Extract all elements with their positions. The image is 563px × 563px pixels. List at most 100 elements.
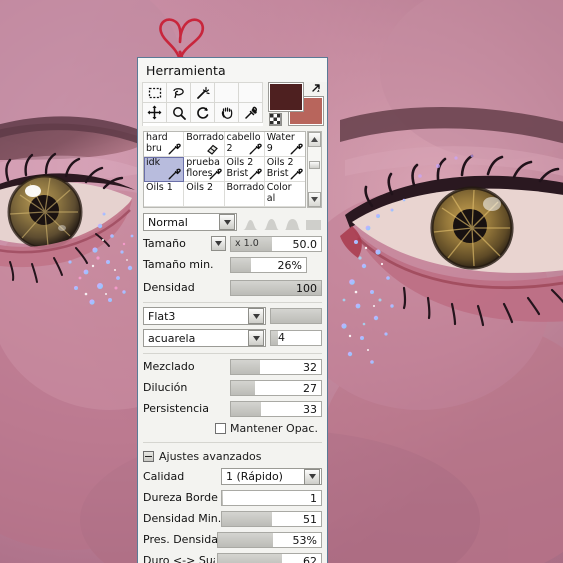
scrollbar-track[interactable] (308, 147, 321, 192)
move-icon[interactable] (143, 103, 167, 123)
chevron-down-icon[interactable] (219, 214, 235, 230)
blend-mode-select[interactable]: Normal (143, 213, 237, 231)
shape-flat-icon[interactable] (305, 218, 322, 231)
blend-mode-row: Normal (143, 213, 322, 231)
size-min-slider[interactable]: 26% (230, 256, 307, 273)
size-slider[interactable]: x 1.0 50.0 (230, 235, 322, 252)
brush-cell[interactable]: Borrador (184, 132, 225, 157)
scroll-down-icon[interactable] (308, 192, 321, 207)
persistence-row: Persistencia 33 (143, 400, 322, 417)
blend-mode-value: Normal (148, 215, 188, 229)
mixing-slider[interactable]: 32 (230, 358, 322, 375)
mixing-label: Mezclado (143, 360, 195, 373)
tool-grid (142, 82, 263, 126)
brush-cell[interactable]: hard bru (144, 132, 185, 157)
density-row: Densidad 100 (143, 279, 322, 296)
quality-select[interactable]: 1 (Rápido) (221, 468, 322, 485)
dilution-slider[interactable]: 27 (230, 379, 322, 396)
swap-colors-icon[interactable] (310, 82, 323, 95)
brush-cell-selected[interactable]: idk (144, 157, 185, 182)
tools-and-color-row (138, 82, 327, 128)
persistence-value: 33 (303, 402, 317, 416)
texture-strength-slider[interactable]: 100 (270, 308, 322, 324)
empty-slot-2[interactable] (239, 83, 263, 103)
size-prefix: x 1.0 (235, 237, 259, 249)
quality-row: Calidad 1 (Rápido) (143, 468, 322, 485)
mixing-value: 32 (303, 360, 317, 374)
texture-select[interactable]: Flat3 (143, 307, 266, 325)
zoom-icon[interactable] (167, 103, 191, 123)
dilution-value: 27 (303, 381, 317, 395)
hand-icon[interactable] (215, 103, 239, 123)
brush-label: Oils 1 (146, 182, 173, 193)
brush-cell[interactable]: Borrador (224, 182, 265, 207)
density-pressure-slider[interactable]: 53% (217, 531, 322, 548)
edge-hardness-value: 1 (310, 491, 317, 505)
size-min-label: Tamaño min. (143, 258, 214, 271)
persistence-slider[interactable]: 33 (230, 400, 322, 417)
density-slider[interactable]: 100 (230, 279, 322, 296)
tool-panel: Herramienta hard bru Borrador cabello 2 … (137, 57, 328, 563)
density-pressure-value: 53% (292, 533, 317, 547)
foreground-color-swatch[interactable] (268, 82, 304, 112)
brush-cell[interactable]: prueba flores (184, 157, 225, 182)
scroll-thumb[interactable] (309, 161, 320, 169)
shape-medium-icon[interactable] (263, 218, 280, 231)
brush-cell[interactable]: Oils 2 Brist (264, 157, 305, 182)
divider (143, 353, 322, 354)
quality-value: 1 (Rápido) (226, 470, 283, 483)
hard-soft-value: 62 (303, 554, 317, 563)
rotate-icon[interactable] (191, 103, 215, 123)
brush-icon (168, 168, 181, 180)
blending-texture-strength-slider[interactable]: 14 (270, 330, 322, 346)
advanced-settings-header[interactable]: Ajustes avanzados (143, 450, 322, 463)
chevron-down-icon[interactable] (304, 468, 320, 485)
size-min-row: Tamaño min. 26% (143, 256, 322, 273)
divider (143, 302, 322, 303)
shape-soft-icon[interactable] (242, 218, 259, 231)
brush-shape-strip (242, 213, 322, 231)
hard-soft-slider[interactable]: 62 (217, 552, 322, 563)
brush-label: Oils 2 (186, 182, 214, 193)
brush-cell[interactable]: Oils 2 (184, 182, 225, 207)
brush-cell[interactable]: Oils 1 (144, 182, 185, 207)
density-pressure-label: Pres. Densidad (143, 533, 225, 546)
brush-list-area: hard bru Borrador cabello 2 Water 9 idk … (143, 131, 322, 208)
lasso-icon[interactable] (167, 83, 191, 103)
min-density-value: 51 (303, 512, 317, 526)
rect-select-icon[interactable] (143, 83, 167, 103)
size-min-value: 26% (277, 258, 302, 272)
brush-cell[interactable]: Oils 2 Brist (224, 157, 265, 182)
size-multiplier-dropdown-icon[interactable] (211, 236, 226, 251)
checker-swatch-icon[interactable] (269, 113, 282, 126)
brush-cell[interactable]: cabello 2 (224, 132, 265, 157)
chevron-down-icon[interactable] (248, 330, 264, 346)
divider (143, 442, 322, 443)
collapse-minus-icon[interactable] (143, 451, 154, 462)
edge-hardness-slider[interactable]: 1 (221, 489, 322, 506)
advanced-settings-label: Ajustes avanzados (159, 450, 262, 463)
scroll-up-icon[interactable] (308, 132, 321, 147)
brush-cell[interactable]: Water 9 (264, 132, 305, 157)
texture-row: Flat3 100 (143, 307, 322, 325)
brush-grid: hard bru Borrador cabello 2 Water 9 idk … (143, 131, 306, 208)
hard-soft-row: Duro <-> Suave 62 (143, 552, 322, 563)
blending-texture-select[interactable]: acuarela (143, 329, 266, 347)
eyedropper-icon[interactable] (239, 103, 263, 123)
magic-wand-icon[interactable] (191, 83, 215, 103)
keep-opacity-checkbox[interactable] (215, 423, 226, 434)
mixing-row: Mezclado 32 (143, 358, 322, 375)
brush-label: Borrador (226, 182, 265, 193)
keep-opacity-row[interactable]: Mantener Opac. (215, 422, 322, 435)
shape-hard-icon[interactable] (284, 218, 301, 231)
empty-slot-1[interactable] (215, 83, 239, 103)
blending-texture-value: acuarela (148, 331, 196, 345)
dilution-row: Dilución 27 (143, 379, 322, 396)
min-density-slider[interactable]: 51 (221, 510, 322, 527)
chevron-down-icon[interactable] (248, 308, 264, 324)
size-value: 50.0 (292, 237, 318, 251)
brush-cell[interactable]: Color al (264, 182, 305, 207)
color-swatches (268, 82, 324, 126)
size-label: Tamaño (143, 237, 186, 250)
brush-list-scrollbar[interactable] (307, 131, 322, 208)
